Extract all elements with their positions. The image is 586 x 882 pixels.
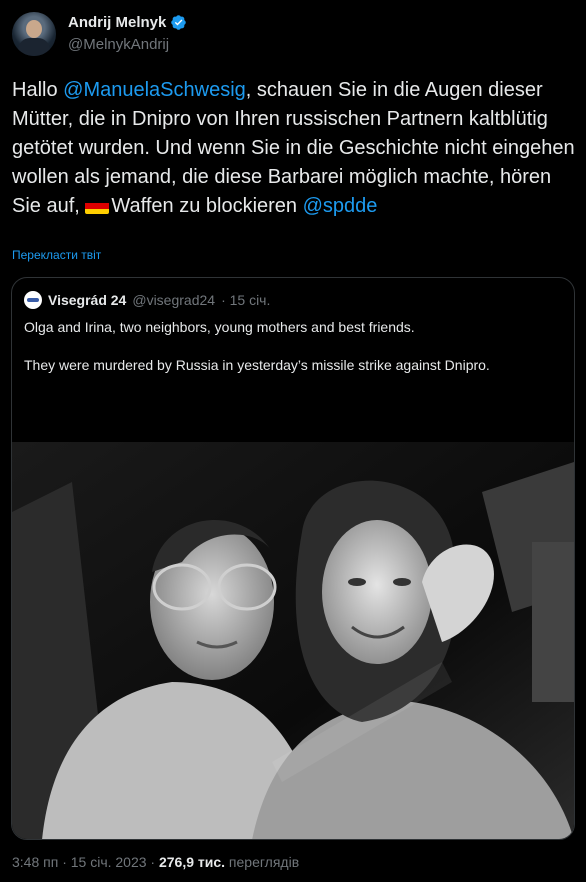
quoted-author-handle: @visegrad24 [132,292,216,308]
mention-link[interactable]: @spdde [303,195,378,217]
quoted-tweet-text: Olga and Irina, two neighbors, young mot… [24,318,564,394]
quoted-line: They were murdered by Russia in yesterda… [24,357,490,373]
quoted-tweet-header: Visegrád 24 @visegrad24 · 15 січ. [24,291,270,309]
tweet-text-part: Hallo [12,79,64,101]
tweet-timestamp[interactable]: 3:48 пп · 15 січ. 2023 · [12,854,159,870]
tweet-header: Andrij Melnyk @MelnykAndrij [12,12,572,58]
quoted-author-avatar [24,291,42,309]
quoted-author-name: Visegrád 24 [48,292,127,308]
tweet-footer: 3:48 пп · 15 січ. 2023 · 276,9 тис. пере… [12,854,299,870]
author-handle[interactable]: @MelnykAndrij [68,36,169,53]
quoted-tweet[interactable]: Visegrád 24 @visegrad24 · 15 січ. Olga a… [11,277,575,840]
author-name-row[interactable]: Andrij Melnyk [68,14,187,31]
mention-link[interactable]: @ManuelaSchwesig [63,79,246,101]
quoted-date: · 15 січ. [221,292,271,308]
author-avatar[interactable] [12,12,56,56]
quoted-line: Olga and Irina, two neighbors, young mot… [24,319,415,335]
quoted-photo[interactable] [12,442,574,839]
germany-flag-icon [85,198,110,214]
view-label: переглядів [225,854,300,870]
translate-tweet-link[interactable]: Перекласти твіт [12,248,101,262]
tweet-text-part: Waffen zu blockieren [111,195,303,217]
tweet-text: Hallo @ManuelaSchwesig, schauen Sie in d… [12,76,578,221]
view-count: 276,9 тис. [158,854,226,870]
author-name[interactable]: Andrij Melnyk [68,14,166,31]
verified-badge-icon [171,15,187,30]
photo-image [12,442,574,839]
